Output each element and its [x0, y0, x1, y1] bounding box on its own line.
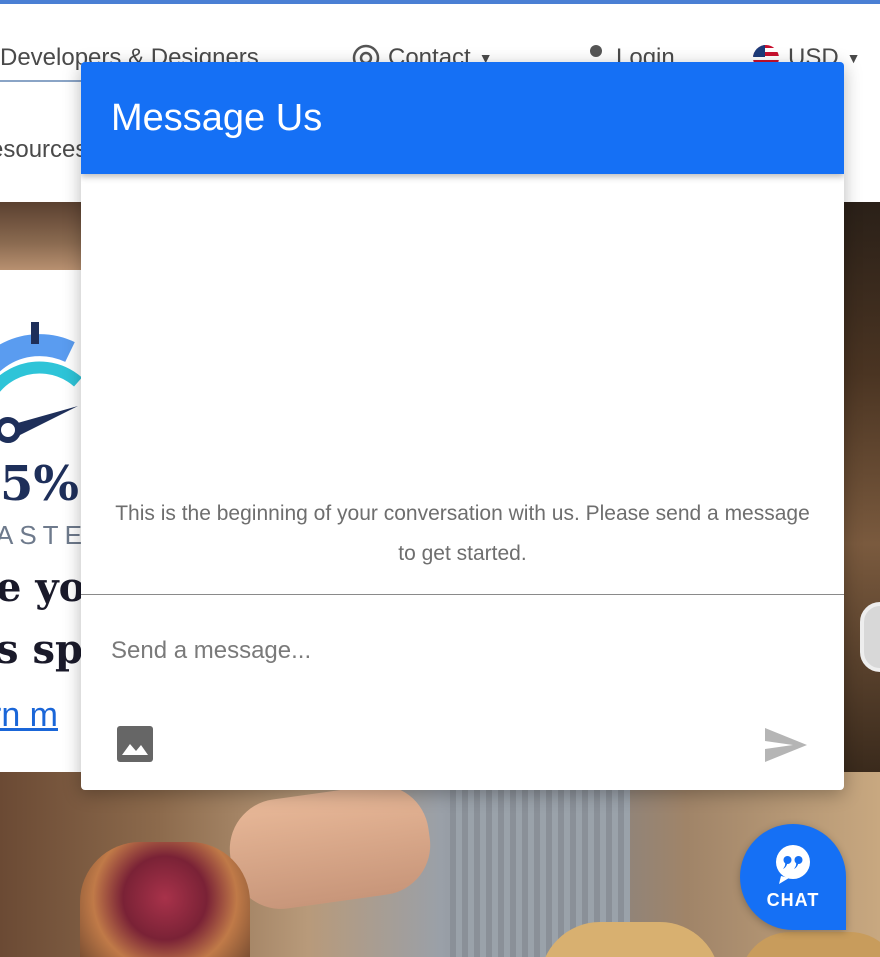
chat-launcher-label: CHAT: [766, 889, 820, 910]
nav-active-underline: [0, 80, 82, 82]
image-upload-button[interactable]: [115, 724, 155, 764]
nav-resources[interactable]: esources: [0, 136, 87, 164]
hero-learn-more-link[interactable]: rn m: [0, 696, 58, 735]
chat-header: Message Us: [81, 62, 844, 174]
conversation-intro-text: This is the beginning of your conversati…: [115, 502, 810, 565]
hero-photo-strip: [0, 202, 82, 270]
hero-headline-line2: s sp: [0, 626, 82, 673]
send-button[interactable]: [763, 726, 809, 764]
top-accent-bar: [0, 0, 880, 4]
burger-image: [80, 842, 250, 957]
chat-title: Message Us: [111, 96, 323, 139]
bun-image-2: [740, 932, 880, 957]
hero-faster-label: ASTE: [0, 520, 82, 550]
chat-launcher-button[interactable]: CHAT: [740, 824, 846, 930]
send-icon: [765, 728, 807, 762]
hero-right-photo: [844, 202, 880, 772]
chat-panel: Message Us This is the beginning of your…: [81, 62, 844, 790]
mug-image: [860, 602, 880, 672]
quote-bubble-icon: [776, 844, 810, 884]
conversation-area: This is the beginning of your conversati…: [81, 174, 844, 595]
composer-divider: [81, 594, 844, 595]
hero-headline-line1: e yo: [0, 564, 82, 611]
hero-speed-stat: 5%: [0, 456, 80, 512]
hand-image: [223, 778, 437, 916]
chevron-down-icon: ▼: [846, 50, 861, 66]
hero-promo: 5% ASTE e yo s sp rn m: [0, 202, 82, 772]
nav-resources-label: esources: [0, 136, 88, 163]
image-icon: [117, 726, 153, 762]
message-input[interactable]: [111, 626, 814, 676]
speedometer-icon: [0, 322, 82, 443]
